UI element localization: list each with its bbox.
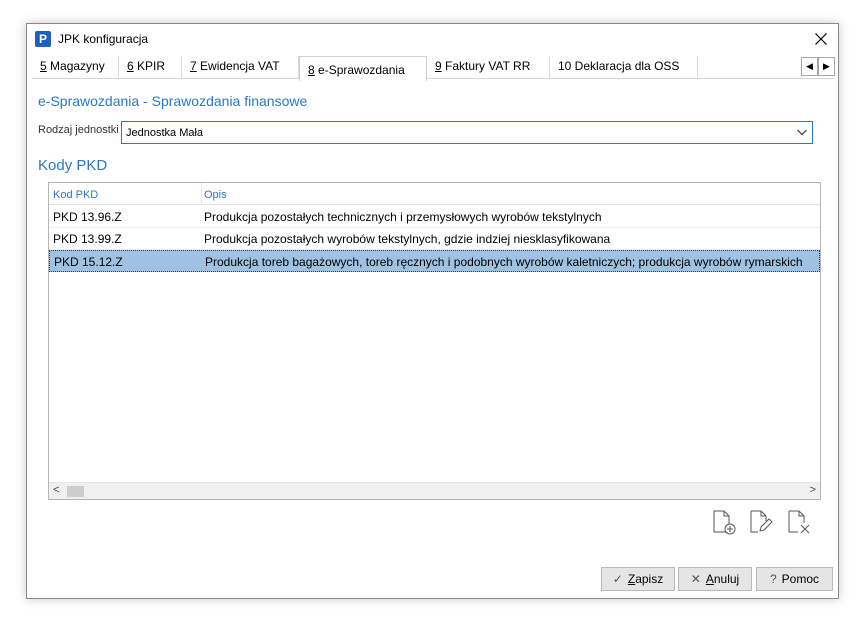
scrollbar-thumb[interactable] xyxy=(67,486,84,497)
tab-deklaracja-oss[interactable]: 10 Deklaracja dla OSS xyxy=(550,56,698,78)
close-button[interactable] xyxy=(804,24,838,54)
app-logo-icon: P xyxy=(35,31,51,47)
scroll-left-arrow-icon[interactable]: < xyxy=(53,484,59,496)
check-icon: ✓ xyxy=(612,572,623,586)
rodzaj-jednostki-label: Rodzaj jednostki xyxy=(38,124,119,136)
section-title: e-Sprawozdania - Sprawozdania finansowe xyxy=(38,93,308,109)
tab-scroll-right-button[interactable]: ▶ xyxy=(818,57,835,76)
chevron-down-icon xyxy=(797,129,807,136)
column-header-kod[interactable]: Kod PKD xyxy=(53,189,98,201)
cell-opis: Produkcja toreb bagażowych, toreb ręczny… xyxy=(205,255,803,269)
pkd-grid: Kod PKD Opis PKD 13.96.Z Produkcja pozos… xyxy=(48,182,821,500)
jpk-config-dialog: P JPK konfiguracja 5 Magazyny 6 KPIR 7 E… xyxy=(26,23,839,599)
tab-kpir[interactable]: 6 KPIR xyxy=(119,56,182,78)
tab-magazyny[interactable]: 5 Magazyny xyxy=(32,56,119,78)
table-row-selected[interactable]: PKD 15.12.Z Produkcja toreb bagażowych, … xyxy=(49,250,820,272)
tab-ewidencja-vat[interactable]: 7 Ewidencja VAT xyxy=(182,56,299,78)
scroll-right-arrow-icon[interactable]: > xyxy=(810,484,816,496)
tab-strip: 5 Magazyny 6 KPIR 7 Ewidencja VAT 8 e-Sp… xyxy=(32,56,835,81)
tab-e-sprawozdania[interactable]: 8 e-Sprawozdania xyxy=(299,56,427,81)
cell-kod: PKD 13.99.Z xyxy=(53,232,122,246)
add-pkd-button[interactable] xyxy=(711,509,737,535)
grid-header: Kod PKD Opis xyxy=(49,183,820,205)
cell-kod: PKD 15.12.Z xyxy=(54,255,123,269)
close-icon xyxy=(815,33,827,45)
cell-kod: PKD 13.96.Z xyxy=(53,210,122,224)
cancel-button[interactable]: ✕ Anuluj xyxy=(678,567,752,591)
delete-document-icon xyxy=(788,510,810,534)
delete-pkd-button[interactable] xyxy=(786,509,812,535)
column-separator[interactable] xyxy=(201,183,202,205)
cell-opis: Produkcja pozostałych technicznych i prz… xyxy=(204,210,602,224)
column-header-opis[interactable]: Opis xyxy=(204,189,227,201)
tab-faktury-vat-rr[interactable]: 9 Faktury VAT RR xyxy=(427,56,550,78)
triangle-left-icon: ◀ xyxy=(806,61,813,71)
rodzaj-jednostki-value: Jednostka Mała xyxy=(126,127,204,139)
window-title: JPK konfiguracja xyxy=(58,32,149,46)
title-bar: P JPK konfiguracja xyxy=(27,24,838,54)
table-row[interactable]: PKD 13.96.Z Produkcja pozostałych techni… xyxy=(49,206,820,228)
help-circle-icon: ? xyxy=(769,572,777,586)
cell-opis: Produkcja pozostałych wyrobów tekstylnyc… xyxy=(204,232,611,246)
horizontal-scrollbar[interactable]: < > xyxy=(49,482,820,499)
help-button[interactable]: ? Pomoc xyxy=(756,567,833,591)
edit-pkd-button[interactable] xyxy=(748,509,774,535)
add-document-icon xyxy=(713,510,736,535)
save-button[interactable]: ✓ Zapisz xyxy=(601,567,675,591)
cross-icon: ✕ xyxy=(690,572,701,586)
kody-pkd-title: Kody PKD xyxy=(38,157,108,174)
tab-scroll-left-button[interactable]: ◀ xyxy=(801,57,818,76)
triangle-right-icon: ▶ xyxy=(823,61,830,71)
edit-document-icon xyxy=(750,510,773,533)
table-row[interactable]: PKD 13.99.Z Produkcja pozostałych wyrobó… xyxy=(49,228,820,250)
rodzaj-jednostki-select[interactable]: Jednostka Mała xyxy=(121,121,813,144)
